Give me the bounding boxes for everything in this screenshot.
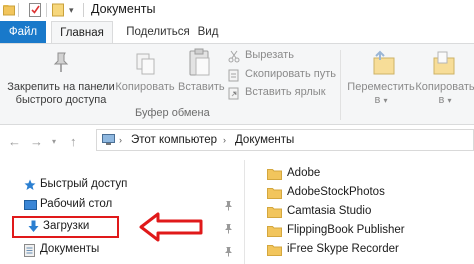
folder-icon [267,187,282,199]
folder-icon [267,244,282,256]
pane-splitter[interactable] [244,160,245,264]
title-separator [83,3,84,17]
properties-icon[interactable] [29,3,42,17]
move-to-label-line1: Переместить [347,81,415,93]
copy-to-button[interactable]: Копировать в ▾ [410,81,474,107]
title-separator [46,3,47,17]
window-title: Документы [91,2,156,16]
ribbon: Закрепить на панели быстрого доступа Коп… [0,43,474,125]
copy-path-button[interactable]: Скопировать путь [245,68,336,80]
title-separator [18,3,19,17]
copy-path-icon [228,69,240,82]
pin-label-line2: быстрого доступа [15,94,107,106]
folder-icon [267,225,282,237]
back-arrow-icon[interactable]: ← [8,134,21,149]
nav-item-downloads[interactable]: Загрузки [43,220,89,232]
move-to-icon [372,50,396,76]
customize-qat-icon[interactable]: ▾ [69,5,74,16]
tab-view[interactable]: Вид [196,21,220,43]
tab-share[interactable]: Поделиться [122,21,194,43]
tab-home[interactable]: Главная [51,21,113,43]
file-name: FlippingBook Publisher [287,224,405,236]
paste-icon [188,48,212,78]
desktop-icon [24,200,37,210]
pin-icon[interactable] [224,223,233,234]
paste-shortcut-icon [228,87,240,100]
file-name: AdobeStockPhotos [287,186,385,198]
navigation-pane: Быстрый доступ Рабочий стол Загрузки Док… [0,160,240,264]
folder-icon [267,168,282,180]
file-name: Adobe [287,167,321,179]
file-name: iFree Skype Recorder [287,243,399,255]
new-folder-icon[interactable] [52,3,64,17]
address-bar[interactable]: › Этот компьютер › Документы [96,129,474,151]
pin-to-quick-access-button[interactable]: Закрепить на панели быстрого доступа [6,81,116,107]
nav-item-quick-access[interactable]: Быстрый доступ [40,178,127,190]
clipboard-group-label: Буфер обмена [135,107,210,119]
copy-to-icon [432,50,456,76]
red-arrow-icon [138,211,204,243]
star-icon [24,179,36,191]
nav-item-desktop[interactable]: Рабочий стол [40,198,112,210]
paste-button[interactable]: Вставить [178,81,225,94]
address-row: ← → ▾ ↑ › Этот компьютер › Документы [0,125,474,155]
dropdown-caret-icon: ▾ [383,96,388,105]
pin-icon[interactable] [224,200,233,211]
documents-icon [24,244,36,257]
move-to-button[interactable]: Переместить в ▾ [345,81,417,107]
pin-icon[interactable] [224,246,233,257]
pin-label-line1: Закрепить на панели [7,81,115,93]
copy-icon [134,52,156,76]
tab-file[interactable]: Файл [0,21,46,43]
paste-shortcut-button[interactable]: Вставить ярлык [245,86,326,98]
file-name: Camtasia Studio [287,205,372,217]
copy-button[interactable]: Копировать [114,81,176,94]
breadcrumb-chevron-icon[interactable]: › [223,135,226,145]
copy-to-label-line2: в ▾ [438,94,452,106]
pin-icon [50,50,72,74]
ribbon-tabs: Файл Главная Поделиться Вид [0,21,474,43]
cut-button[interactable]: Вырезать [245,49,294,61]
explorer-app-icon[interactable] [3,4,15,16]
move-to-label-line2: в ▾ [374,94,388,106]
nav-item-documents[interactable]: Документы [40,243,99,255]
computer-icon [102,134,115,146]
ribbon-group-separator [340,50,341,120]
breadcrumb-chevron-icon[interactable]: › [119,135,122,145]
recent-locations-icon[interactable]: ▾ [52,137,56,146]
download-icon [28,220,39,233]
copy-to-label-line1: Копировать [415,81,474,93]
title-bar: ▾ Документы [0,0,474,21]
up-arrow-icon[interactable]: ↑ [70,134,77,149]
forward-arrow-icon[interactable]: → [30,134,43,149]
folder-icon [267,206,282,218]
dropdown-caret-icon: ▾ [447,96,452,105]
scissors-icon [228,50,240,63]
breadcrumb-this-pc[interactable]: Этот компьютер [131,134,217,146]
breadcrumb-documents[interactable]: Документы [235,134,294,146]
